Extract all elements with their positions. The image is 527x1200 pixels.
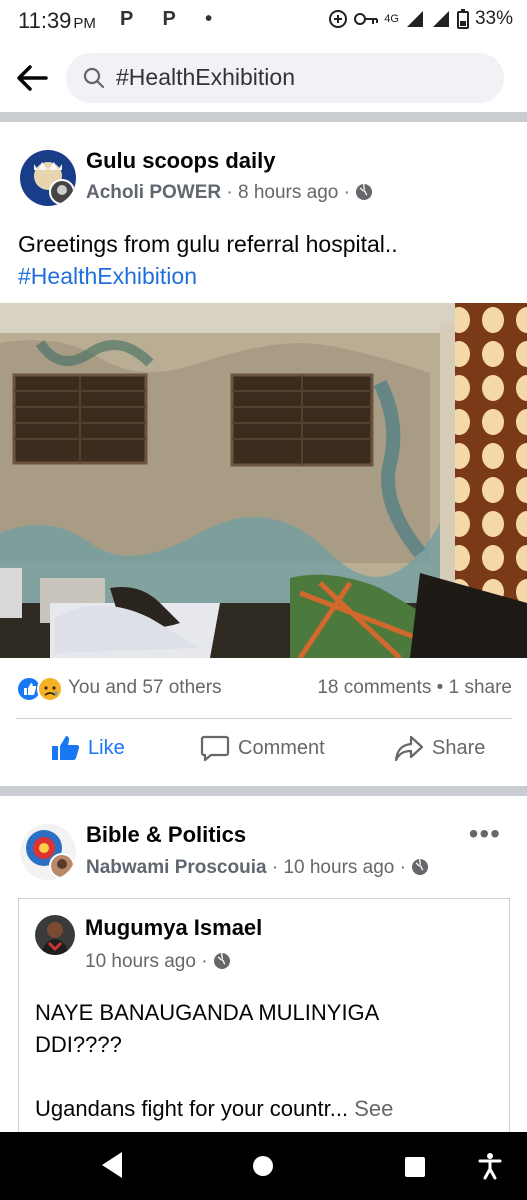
comment-icon xyxy=(200,735,230,762)
comments-count[interactable]: 18 comments xyxy=(317,677,431,698)
signal-icon-2 xyxy=(432,11,449,27)
page-avatar-image xyxy=(20,150,76,206)
network-type: 4G xyxy=(384,13,399,25)
search-header: #HealthExhibition xyxy=(0,44,527,112)
android-nav-bar xyxy=(0,1132,527,1200)
post-meta: Acholi POWER · 8 hours ago · xyxy=(86,182,373,204)
status-time: 11:39 PM xyxy=(18,8,96,34)
feed-divider xyxy=(0,112,527,122)
search-icon xyxy=(83,67,105,89)
post-time[interactable]: 8 hours ago xyxy=(238,182,338,203)
post-photo[interactable] xyxy=(0,303,527,658)
nav-recents-icon[interactable] xyxy=(404,1156,426,1178)
page-avatar[interactable] xyxy=(20,150,76,206)
key-icon xyxy=(354,13,379,25)
share-button[interactable]: Share xyxy=(394,734,485,762)
shared-post[interactable]: Mugumya Ismael 10 hours ago · NAYE BANAU… xyxy=(18,898,510,1138)
shares-count[interactable]: 1 share xyxy=(449,677,512,698)
share-icon xyxy=(394,735,424,762)
status-ampm: PM xyxy=(73,15,96,32)
globe-icon xyxy=(412,858,429,875)
post-page-name[interactable]: Gulu scoops daily xyxy=(86,148,275,174)
shared-text-line: NAYE BANAUGANDA MULINYIGA xyxy=(35,1000,380,1025)
reactions-summary[interactable]: You and 57 others 18 comments • 1 share xyxy=(16,674,512,704)
search-query: #HealthExhibition xyxy=(116,64,296,90)
nav-home-icon[interactable] xyxy=(252,1155,274,1177)
battery-percent: 33% xyxy=(474,8,513,29)
comment-button[interactable]: Comment xyxy=(200,734,325,762)
comment-label: Comment xyxy=(238,736,325,759)
shared-text-preview: Ugandans fight for your countr... xyxy=(35,1096,349,1121)
thumbs-up-icon xyxy=(52,736,80,760)
page-avatar-2-image xyxy=(20,824,76,880)
globe-icon xyxy=(356,183,373,200)
reaction-icons xyxy=(16,676,63,702)
like-label: Like xyxy=(88,736,125,759)
post2-meta: Nabwami Proscouia · 10 hours ago · xyxy=(86,857,429,879)
engagement-stats[interactable]: 18 comments • 1 share xyxy=(317,677,512,699)
sad-reaction-icon xyxy=(37,676,63,702)
like-button[interactable]: Like xyxy=(50,734,125,762)
shared-text-line: DDI???? xyxy=(35,1032,122,1057)
post2-author[interactable]: Nabwami Proscouia xyxy=(86,857,267,878)
feed-divider-2 xyxy=(0,786,527,796)
nav-back-icon[interactable] xyxy=(100,1150,124,1180)
globe-icon xyxy=(213,952,230,969)
shared-post-text: NAYE BANAUGANDA MULINYIGA DDI???? Uganda… xyxy=(35,997,495,1125)
battery-icon xyxy=(456,9,469,29)
page-avatar-2[interactable] xyxy=(20,824,76,880)
hospital-ward-photo xyxy=(0,303,527,658)
text-spacer xyxy=(35,1061,495,1093)
post-author[interactable]: Acholi POWER xyxy=(86,182,221,203)
shared-meta: 10 hours ago · xyxy=(85,951,231,973)
status-time-value: 11:39 xyxy=(18,8,72,33)
post-actions: Like Comment Share xyxy=(0,728,527,774)
post-hashtag[interactable]: #HealthExhibition xyxy=(18,260,398,292)
search-input[interactable]: #HealthExhibition xyxy=(66,53,504,103)
back-arrow-icon[interactable] xyxy=(14,62,50,94)
accessibility-icon[interactable] xyxy=(478,1152,502,1180)
reactions-count[interactable]: You and 57 others xyxy=(68,677,222,699)
post2-page-name[interactable]: Bible & Politics xyxy=(86,822,246,848)
status-indicators: 4G 33% xyxy=(328,8,513,30)
shared-author-avatar-image xyxy=(35,915,75,955)
status-bar: 11:39 PM P P • 4G 33% xyxy=(0,0,527,44)
shared-time[interactable]: 10 hours ago xyxy=(85,951,196,972)
post-text: Greetings from gulu referral hospital.. … xyxy=(18,228,398,292)
shared-author-avatar[interactable] xyxy=(35,915,75,955)
signal-icon xyxy=(406,11,423,27)
data-saver-icon xyxy=(329,10,348,28)
post-options-button[interactable]: ••• xyxy=(469,818,501,850)
shared-text-line: Ugandans fight for your countr... See xyxy=(35,1093,495,1125)
share-label: Share xyxy=(432,736,486,759)
see-more-link[interactable]: See xyxy=(354,1096,393,1121)
post2-time[interactable]: 10 hours ago xyxy=(283,857,394,878)
post-text-line: Greetings from gulu referral hospital.. xyxy=(18,231,398,257)
shared-author-name[interactable]: Mugumya Ismael xyxy=(85,915,262,941)
notification-icons: P P • xyxy=(120,8,225,30)
actions-divider xyxy=(16,718,512,719)
